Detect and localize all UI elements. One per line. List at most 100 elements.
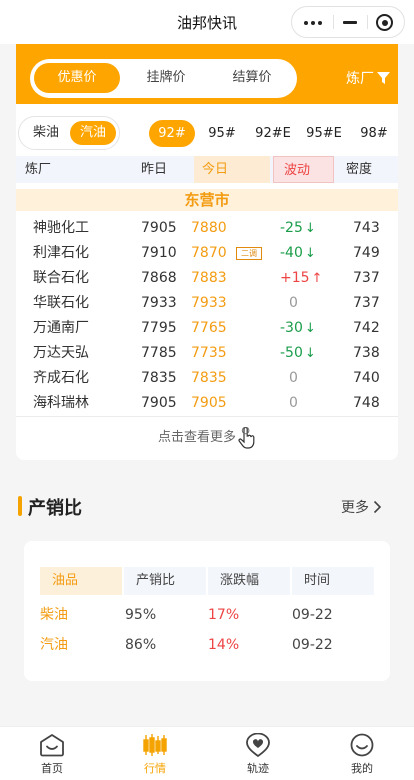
table-row[interactable]: 联合石化 7868 7883 +15 ↑ 737: [16, 266, 398, 291]
yesterday-price: 7933: [141, 295, 177, 311]
header-refinery: 炼厂: [25, 162, 52, 177]
yesterday-price: 7905: [141, 220, 177, 236]
today-price: 7883: [191, 270, 227, 286]
yesterday-price: 7835: [141, 370, 177, 386]
section-accent-bar: [18, 496, 22, 516]
table-row[interactable]: 华联石化 7933 7933 0 737: [16, 291, 398, 316]
refinery-filter-label: 炼厂: [346, 71, 374, 87]
grade-92e[interactable]: 92#E: [251, 120, 295, 147]
today-price: 7735: [191, 345, 227, 361]
ratio-value: 95%: [125, 607, 157, 623]
tab-home-label: 首页: [41, 762, 63, 775]
navigation-bar: 油邦快讯: [0, 0, 414, 44]
tab-track[interactable]: 轨迹: [228, 733, 288, 776]
capsule-divider: [367, 15, 368, 29]
price-table-header: 炼厂 昨日 今日 波动 密度: [16, 156, 398, 183]
arrow-down-icon: ↓: [304, 321, 316, 336]
arrow-down-icon: ↓: [304, 346, 316, 361]
tab-mine-label: 我的: [351, 762, 373, 775]
ratio-header-date: 时间: [292, 567, 374, 595]
candlestick-icon: [143, 734, 167, 756]
ratio-header-change: 涨跌幅: [208, 567, 290, 595]
today-price: 7905: [191, 395, 227, 411]
table-row[interactable]: 神驰化工 7905 7880 -25 ↓ 743: [16, 216, 398, 241]
yesterday-price: 7905: [141, 395, 177, 411]
today-price: 7880: [191, 220, 227, 236]
table-row[interactable]: 海科瑞林 7905 7905 0 748: [16, 391, 398, 416]
section-more-link[interactable]: 更多: [341, 497, 382, 517]
smile-face-icon: [350, 733, 374, 757]
table-row[interactable]: 利津石化 7910 7870 二调 -40 ↓ 749: [16, 241, 398, 266]
price-card: 柴油 汽油 92# 95# 92#E 95#E 98# 炼厂 昨日 今日 波动 …: [16, 104, 398, 460]
yesterday-price: 7795: [141, 320, 177, 336]
view-more-label: 点击查看更多: [157, 430, 236, 445]
today-price: 7870: [191, 245, 227, 261]
tab-listed-price[interactable]: 挂牌价: [124, 63, 208, 93]
grade-95e[interactable]: 95#E: [302, 120, 346, 147]
home-icon: [40, 734, 64, 757]
ratio-date: 09-22: [292, 607, 333, 623]
yesterday-price: 7868: [141, 270, 177, 286]
refinery-name: 海科瑞林: [33, 395, 89, 411]
price-change: 0: [280, 291, 340, 316]
arrow-down-icon: ↓: [304, 246, 316, 261]
fuel-option-gasoline[interactable]: 汽油: [70, 121, 116, 145]
ratio-value: 86%: [125, 637, 157, 653]
view-more-button[interactable]: 点击查看更多: [16, 426, 398, 449]
price-change-value: -25: [280, 220, 303, 236]
density-value: 742: [353, 320, 380, 336]
price-change-value: 0: [289, 295, 298, 311]
price-change: -40 ↓: [280, 241, 340, 266]
tab-discount-price[interactable]: 优惠价: [34, 63, 120, 93]
density-value: 737: [353, 270, 380, 286]
grade-95[interactable]: 95#: [202, 120, 242, 147]
price-change: 0: [280, 366, 340, 391]
price-change-value: 0: [289, 370, 298, 386]
refinery-filter-button[interactable]: 炼厂: [346, 68, 390, 88]
header-yesterday: 昨日: [141, 162, 168, 177]
grade-98[interactable]: 98#: [354, 120, 394, 147]
table-row[interactable]: 万通南厂 7795 7765 -30 ↓ 742: [16, 316, 398, 341]
location-heart-icon: [246, 733, 270, 757]
close-target-icon[interactable]: [376, 14, 393, 31]
price-change: -50 ↓: [280, 341, 340, 366]
tab-settlement-price[interactable]: 结算价: [210, 63, 294, 93]
section-more-label: 更多: [341, 500, 369, 516]
density-value: 737: [353, 295, 380, 311]
yesterday-price: 7785: [141, 345, 177, 361]
minimize-icon[interactable]: [343, 21, 357, 24]
price-change: +15 ↑: [280, 266, 340, 291]
ratio-product: 汽油: [40, 637, 68, 653]
price-change: 0: [280, 391, 340, 416]
ratio-date: 09-22: [292, 637, 333, 653]
refinery-name: 万通南厂: [33, 320, 89, 336]
today-price: 7765: [191, 320, 227, 336]
pointer-hand-icon: [238, 426, 255, 449]
price-change-value: +15: [280, 270, 310, 286]
tab-home[interactable]: 首页: [22, 733, 82, 776]
bottom-tab-bar: 首页 行情 轨迹 我的: [0, 726, 414, 780]
table-row[interactable]: 万达天弘 7785 7735 -50 ↓ 738: [16, 341, 398, 366]
refinery-name: 万达天弘: [33, 345, 89, 361]
tab-track-label: 轨迹: [247, 762, 269, 775]
ratio-row: 柴油 95% 17% 09-22: [24, 603, 390, 627]
price-type-band: 优惠价 挂牌价 结算价 炼厂: [16, 44, 398, 104]
refinery-name: 联合石化: [33, 270, 89, 286]
more-dots-icon[interactable]: [304, 21, 324, 25]
arrow-down-icon: ↓: [304, 221, 316, 236]
table-row[interactable]: 齐成石化 7835 7835 0 740: [16, 366, 398, 391]
price-change: -25 ↓: [280, 216, 340, 241]
refinery-name: 神驰化工: [33, 220, 89, 236]
tab-market[interactable]: 行情: [125, 733, 185, 776]
production-sales-ratio-card: 油品 产销比 涨跌幅 时间 柴油 95% 17% 09-22 汽油 86% 14…: [24, 541, 390, 681]
adjustment-tag: 二调: [236, 247, 262, 260]
ratio-change: 14%: [208, 637, 240, 653]
density-value: 743: [353, 220, 380, 236]
ratio-row: 汽油 86% 14% 09-22: [24, 633, 390, 657]
fuel-option-diesel[interactable]: 柴油: [23, 121, 69, 145]
density-value: 738: [353, 345, 380, 361]
header-density: 密度: [346, 162, 373, 177]
refinery-name: 利津石化: [33, 245, 89, 261]
tab-mine[interactable]: 我的: [332, 733, 392, 776]
grade-92[interactable]: 92#: [149, 120, 195, 147]
